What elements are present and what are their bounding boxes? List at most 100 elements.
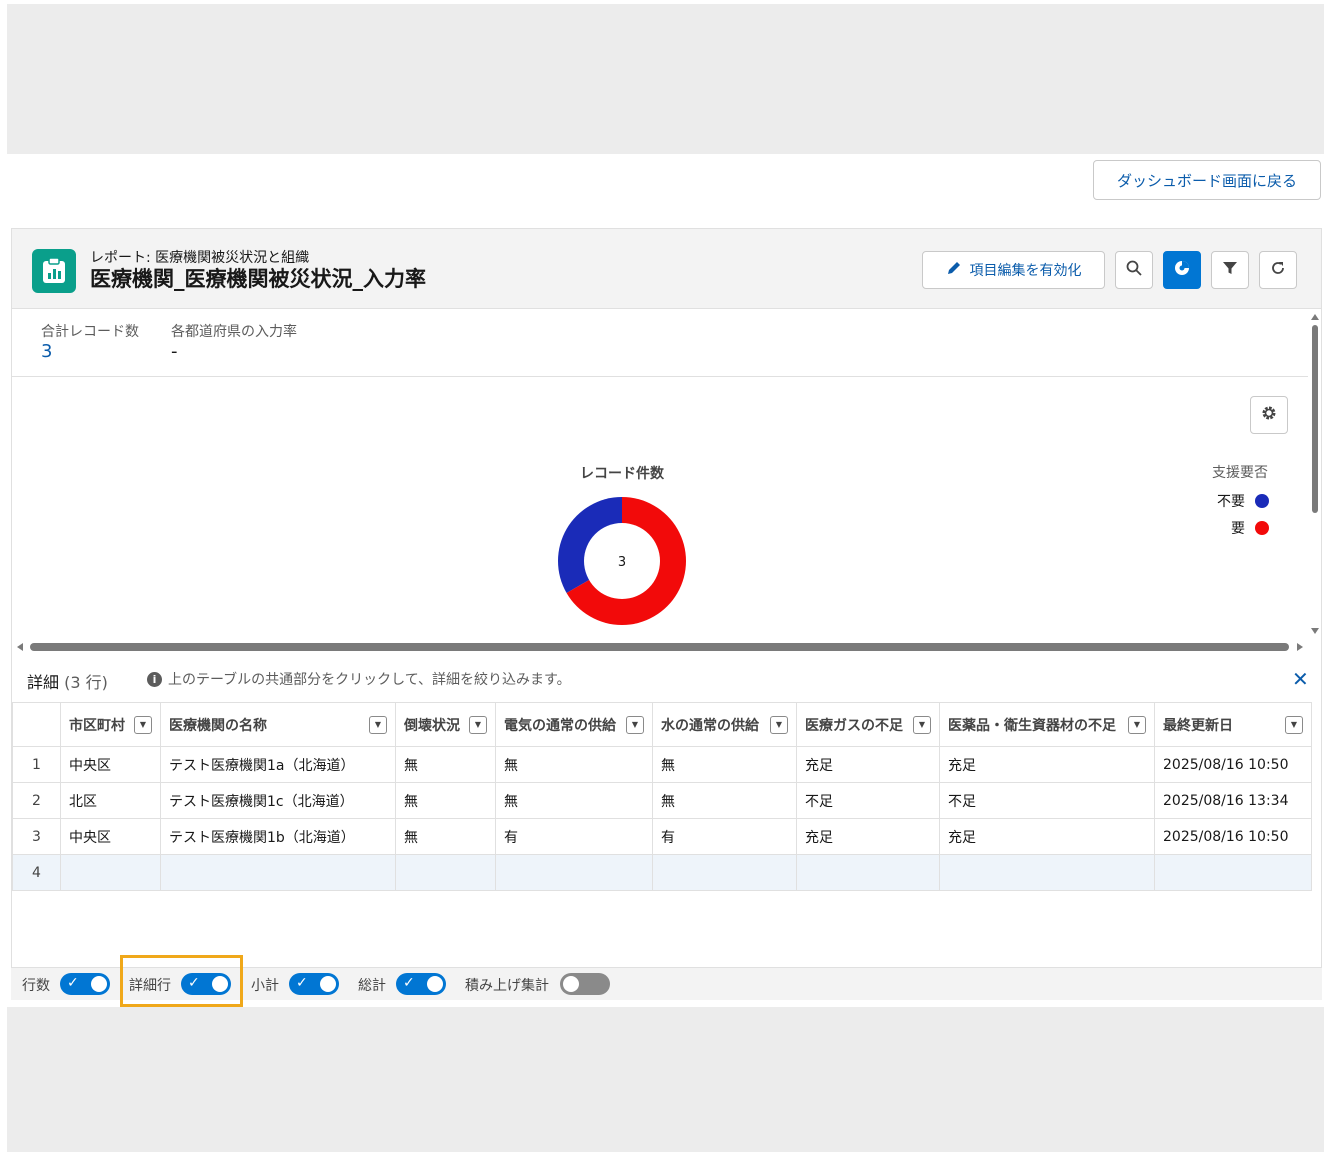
table-cell[interactable]: 2025/08/16 10:50 bbox=[1154, 818, 1312, 855]
table-row[interactable]: 1 中央区 テスト医療機関1a（北海道） 無 無 無 充足 充足 2025/08… bbox=[12, 746, 1312, 783]
table-cell[interactable]: 無 bbox=[395, 818, 496, 855]
table-cell[interactable] bbox=[1154, 854, 1312, 891]
chevron-down-icon[interactable]: ▼ bbox=[913, 715, 931, 734]
report-icon bbox=[32, 249, 76, 293]
table-cell[interactable]: 北区 bbox=[60, 782, 161, 819]
table-cell[interactable]: 不足 bbox=[939, 782, 1155, 819]
chevron-down-icon[interactable]: ▼ bbox=[469, 715, 487, 734]
scroll-up-icon[interactable] bbox=[1310, 313, 1320, 321]
table-cell[interactable] bbox=[796, 854, 940, 891]
row-number-header bbox=[12, 702, 61, 747]
table-cell[interactable]: テスト医療機関1c（北海道） bbox=[160, 782, 396, 819]
table-cell[interactable] bbox=[395, 854, 496, 891]
table-row[interactable]: 3 中央区 テスト医療機関1b（北海道） 無 有 有 充足 充足 2025/08… bbox=[12, 818, 1312, 855]
column-header-facility-name[interactable]: 医療機関の名称 ▼ bbox=[160, 702, 396, 747]
table-cell[interactable]: 無 bbox=[495, 746, 653, 783]
summary-divider bbox=[12, 376, 1308, 377]
table-cell[interactable]: 2025/08/16 10:50 bbox=[1154, 746, 1312, 783]
table-cell[interactable]: 充足 bbox=[939, 746, 1155, 783]
chevron-down-icon[interactable]: ▼ bbox=[1128, 715, 1146, 734]
stacked-summary-toggle[interactable] bbox=[560, 973, 610, 995]
table-cell[interactable]: 有 bbox=[495, 818, 653, 855]
prefecture-input-rate-value: - bbox=[171, 341, 178, 362]
refresh-icon bbox=[1270, 260, 1286, 280]
legend-title: 支援要否 bbox=[1212, 465, 1268, 481]
row-count-toggle[interactable]: ✓ bbox=[60, 973, 110, 995]
detail-title-text: 詳細 bbox=[27, 673, 60, 692]
table-cell[interactable]: 無 bbox=[652, 746, 797, 783]
chevron-down-icon[interactable]: ▼ bbox=[369, 715, 387, 734]
table-cell[interactable] bbox=[939, 854, 1155, 891]
column-header-last-updated[interactable]: 最終更新日 ▼ bbox=[1154, 702, 1312, 747]
column-header-medical-gas[interactable]: 医療ガスの不足 ▼ bbox=[796, 702, 940, 747]
table-cell[interactable]: テスト医療機関1a（北海道） bbox=[160, 746, 396, 783]
table-cell[interactable]: 無 bbox=[495, 782, 653, 819]
column-header-collapse-status[interactable]: 倒壊状況 ▼ bbox=[395, 702, 496, 747]
column-header-label: 医療ガスの不足 bbox=[805, 717, 903, 734]
toggle-knob bbox=[91, 976, 107, 992]
table-cell[interactable]: 不足 bbox=[796, 782, 940, 819]
column-header-medical-supplies[interactable]: 医薬品・衛生資器材の不足 ▼ bbox=[939, 702, 1155, 747]
table-cell[interactable]: 充足 bbox=[939, 818, 1155, 855]
bottom-gray-band bbox=[7, 1007, 1324, 1152]
table-cell[interactable]: 有 bbox=[652, 818, 797, 855]
table-cell[interactable]: 充足 bbox=[796, 746, 940, 783]
scroll-down-icon[interactable] bbox=[1310, 627, 1320, 635]
check-icon: ✓ bbox=[403, 975, 415, 991]
table-cell[interactable] bbox=[160, 854, 396, 891]
grand-total-toggle-label: 総計 bbox=[358, 978, 386, 994]
back-to-dashboard-button[interactable]: ダッシュボード画面に戻る bbox=[1093, 160, 1321, 200]
chart-settings-button[interactable] bbox=[1250, 396, 1288, 434]
vertical-scrollbar-thumb[interactable] bbox=[1312, 325, 1318, 513]
legend-item-not-required[interactable]: 不要 bbox=[1217, 491, 1269, 511]
subtotal-toggle-label: 小計 bbox=[251, 978, 279, 994]
detail-row-count: (3 行) bbox=[64, 673, 108, 692]
column-header-water[interactable]: 水の通常の供給 ▼ bbox=[652, 702, 797, 747]
table-cell[interactable] bbox=[495, 854, 653, 891]
table-cell[interactable]: テスト医療機関1b（北海道） bbox=[160, 818, 396, 855]
scroll-right-icon[interactable] bbox=[1296, 642, 1304, 652]
table-cell[interactable] bbox=[60, 854, 161, 891]
refresh-button[interactable] bbox=[1259, 251, 1297, 289]
enable-field-editing-button[interactable]: 項目編集を有効化 bbox=[922, 251, 1105, 289]
subtotal-toggle[interactable]: ✓ bbox=[289, 973, 339, 995]
donut-center-label: 3 bbox=[618, 555, 626, 570]
table-cell[interactable]: 無 bbox=[652, 782, 797, 819]
scroll-left-icon[interactable] bbox=[16, 642, 24, 652]
table-cell[interactable]: 2025/08/16 13:34 bbox=[1154, 782, 1312, 819]
chevron-down-icon[interactable]: ▼ bbox=[626, 715, 644, 734]
toggle-chart-button[interactable] bbox=[1163, 251, 1201, 289]
row-number: 2 bbox=[12, 782, 61, 819]
toggle-knob bbox=[320, 976, 336, 992]
row-number: 1 bbox=[12, 746, 61, 783]
chevron-down-icon[interactable]: ▼ bbox=[1285, 715, 1303, 734]
chevron-down-icon[interactable]: ▼ bbox=[770, 715, 788, 734]
pencil-icon bbox=[946, 260, 962, 280]
check-icon: ✓ bbox=[296, 975, 308, 991]
column-header-label: 倒壊状況 bbox=[404, 717, 460, 734]
search-button[interactable] bbox=[1115, 251, 1153, 289]
legend-item-label: 要 bbox=[1231, 521, 1245, 537]
donut-chart[interactable]: 3 bbox=[552, 491, 692, 631]
grand-total-toggle[interactable]: ✓ bbox=[396, 973, 446, 995]
table-cell[interactable]: 充足 bbox=[796, 818, 940, 855]
table-cell[interactable]: 中央区 bbox=[60, 818, 161, 855]
table-cell[interactable]: 無 bbox=[395, 782, 496, 819]
search-icon bbox=[1126, 260, 1142, 280]
column-header-city[interactable]: 市区町村 ▼ bbox=[60, 702, 161, 747]
column-header-electricity[interactable]: 電気の通常の供給 ▼ bbox=[495, 702, 653, 747]
legend-item-required[interactable]: 要 bbox=[1231, 518, 1269, 538]
filter-icon bbox=[1222, 260, 1238, 280]
horizontal-scrollbar-thumb[interactable] bbox=[30, 643, 1289, 651]
column-header-label: 医薬品・衛生資器材の不足 bbox=[948, 717, 1116, 734]
chevron-down-icon[interactable]: ▼ bbox=[134, 715, 152, 734]
table-cell[interactable]: 中央区 bbox=[60, 746, 161, 783]
report-card: レポート: 医療機関被災状況と組織 医療機関_医療機関被災状況_入力率 項目編集… bbox=[11, 228, 1322, 970]
table-cell[interactable] bbox=[652, 854, 797, 891]
close-icon[interactable]: ✕ bbox=[1292, 667, 1309, 691]
table-row[interactable]: 2 北区 テスト医療機関1c（北海道） 無 無 無 不足 不足 2025/08/… bbox=[12, 782, 1312, 819]
table-row-empty[interactable]: 4 bbox=[12, 854, 1312, 891]
filter-button[interactable] bbox=[1211, 251, 1249, 289]
column-header-label: 水の通常の供給 bbox=[661, 717, 759, 734]
table-cell[interactable]: 無 bbox=[395, 746, 496, 783]
